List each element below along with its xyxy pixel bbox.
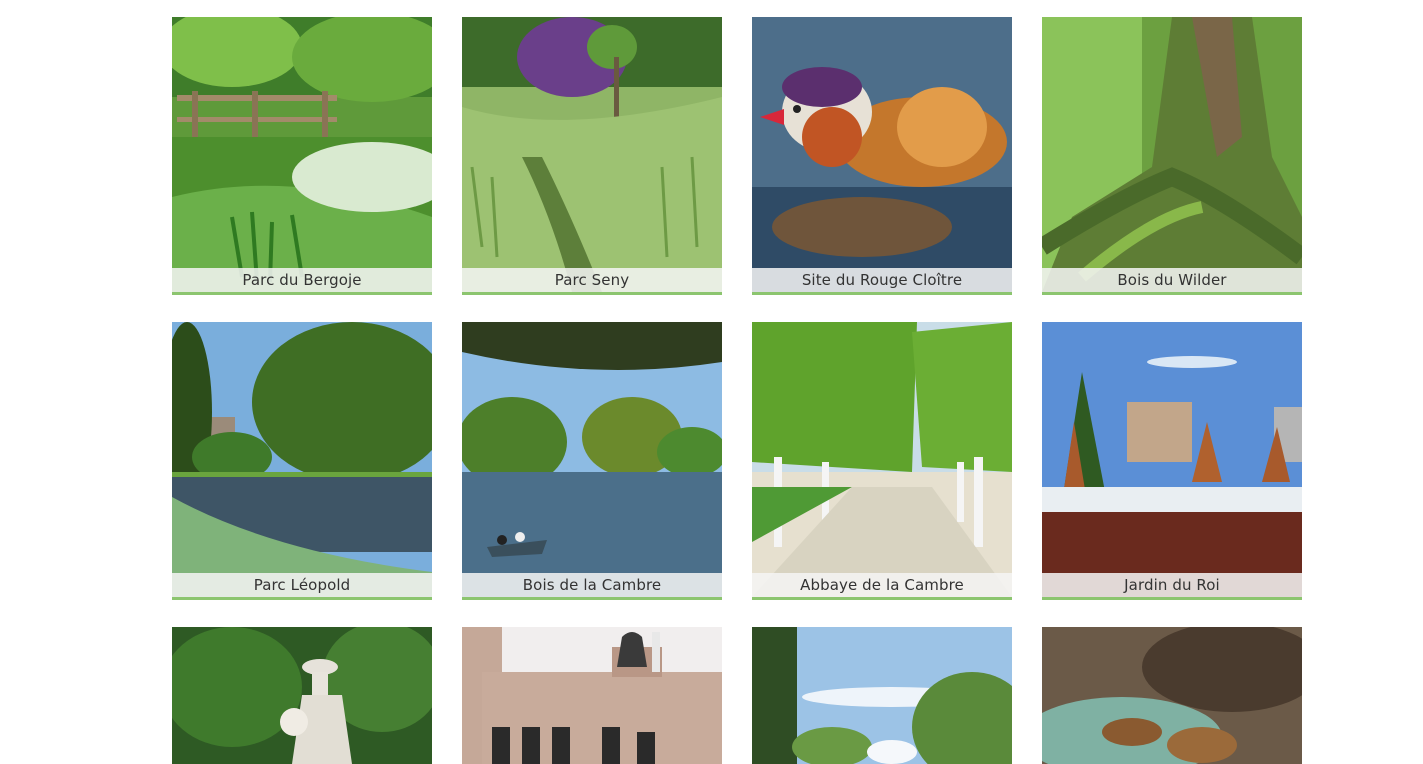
park-card-bergoje[interactable]: Parc du Bergoje [172,17,432,295]
park-card-leopold[interactable]: Parc Léopold [172,322,432,600]
snowy-garden-photo [1042,322,1302,597]
park-name: Bois de la Cambre [462,573,722,597]
pond-trees-photo [172,322,432,597]
park-name: Jardin du Roi [1042,573,1302,597]
park-name: Bois du Wilder [1042,268,1302,292]
park-gallery-row-3 [172,627,1302,764]
park-fountain-photo [752,627,1012,764]
lake-rowboat-photo [462,322,722,597]
park-card-9[interactable] [172,627,432,764]
park-card-rouge-cloitre[interactable]: Site du Rouge Cloître [752,17,1012,295]
park-name: Abbaye de la Cambre [752,573,1012,597]
park-gallery: Parc du Bergoje Parc Seny Site du Rouge … [172,17,1302,600]
park-name: Parc Léopold [172,573,432,597]
park-card-12[interactable] [1042,627,1302,764]
mossy-tree-roots-photo [1042,17,1302,292]
park-card-bois-cambre[interactable]: Bois de la Cambre [462,322,722,600]
building-bell-photo [462,627,722,764]
meadow-stream-photo [462,17,722,292]
park-name: Parc du Bergoje [172,268,432,292]
park-card-11[interactable] [752,627,1012,764]
park-card-10[interactable] [462,627,722,764]
park-card-jardin-roi[interactable]: Jardin du Roi [1042,322,1302,600]
tree-avenue-photo [752,322,1012,597]
park-card-abbaye-cambre[interactable]: Abbaye de la Cambre [752,322,1012,600]
park-card-seny[interactable]: Parc Seny [462,17,722,295]
statue-ivy-photo [172,627,432,764]
park-name: Site du Rouge Cloître [752,268,1012,292]
mandarin-duck-photo [752,17,1012,292]
park-name: Parc Seny [462,268,722,292]
bronze-sculpture-photo [1042,627,1302,764]
park-card-wilder[interactable]: Bois du Wilder [1042,17,1302,295]
park-bridge-photo [172,17,432,292]
